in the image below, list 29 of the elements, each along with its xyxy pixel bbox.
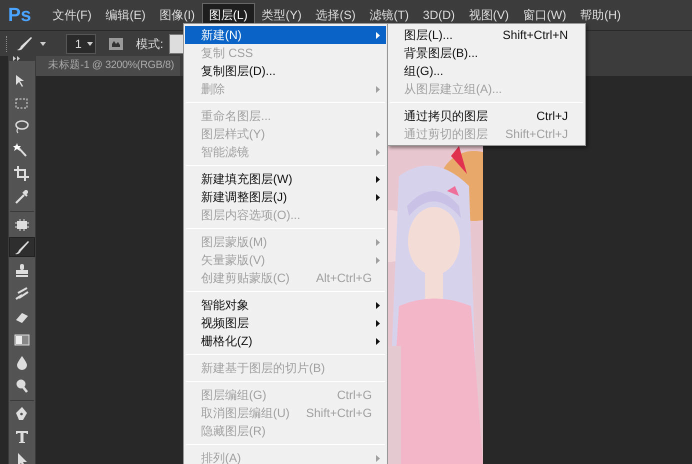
- menu-bar-item[interactable]: 视图(V): [462, 3, 516, 27]
- caret-icon[interactable]: [87, 42, 93, 46]
- menu-item[interactable]: 图层(L)... Shift+Ctrl+N: [389, 26, 584, 44]
- brush-panel-icon[interactable]: [108, 36, 124, 52]
- menu-item[interactable]: 复制图层(D)...: [185, 62, 386, 80]
- menu-bar-item[interactable]: 窗口(W): [516, 3, 574, 27]
- menu-item[interactable]: 组(G)...: [389, 62, 584, 80]
- menu-bar-item[interactable]: 帮助(H): [573, 3, 628, 27]
- menu-item[interactable]: 新建填充图层(W): [185, 170, 386, 188]
- brush-icon[interactable]: [9, 237, 35, 257]
- menu-bar-item[interactable]: 文件(F): [45, 3, 99, 27]
- mode-label: 模式:: [136, 36, 164, 52]
- brush-size-field[interactable]: 1: [66, 34, 96, 54]
- menu-bar-item[interactable]: 滤镜(T): [362, 3, 416, 27]
- menu-item[interactable]: 新建调整图层(J): [185, 188, 386, 206]
- menu-bar-item[interactable]: 选择(S): [308, 3, 363, 27]
- menu-bar-item[interactable]: 图像(I): [152, 3, 202, 27]
- menu-bar-item[interactable]: 类型(Y): [254, 3, 309, 27]
- app-logo: Ps: [8, 6, 32, 24]
- menu-item[interactable]: 栅格化(Z): [185, 332, 386, 350]
- menu-item[interactable]: 背景图层(B)...: [389, 44, 584, 62]
- menu-item[interactable]: 新建(N): [185, 26, 386, 44]
- menu-bar-item[interactable]: 编辑(E): [98, 3, 153, 27]
- caret-icon[interactable]: [40, 42, 46, 46]
- menu-item[interactable]: 智能对象: [185, 296, 386, 314]
- menu-bar-item[interactable]: 3D(D): [416, 3, 462, 27]
- document-tab[interactable]: 未标题-1 @ 3200%(RGB/8): [36, 56, 180, 76]
- menu-item[interactable]: 通过拷贝的图层 Ctrl+J: [389, 107, 584, 125]
- menu-item[interactable]: 视频图层: [185, 314, 386, 332]
